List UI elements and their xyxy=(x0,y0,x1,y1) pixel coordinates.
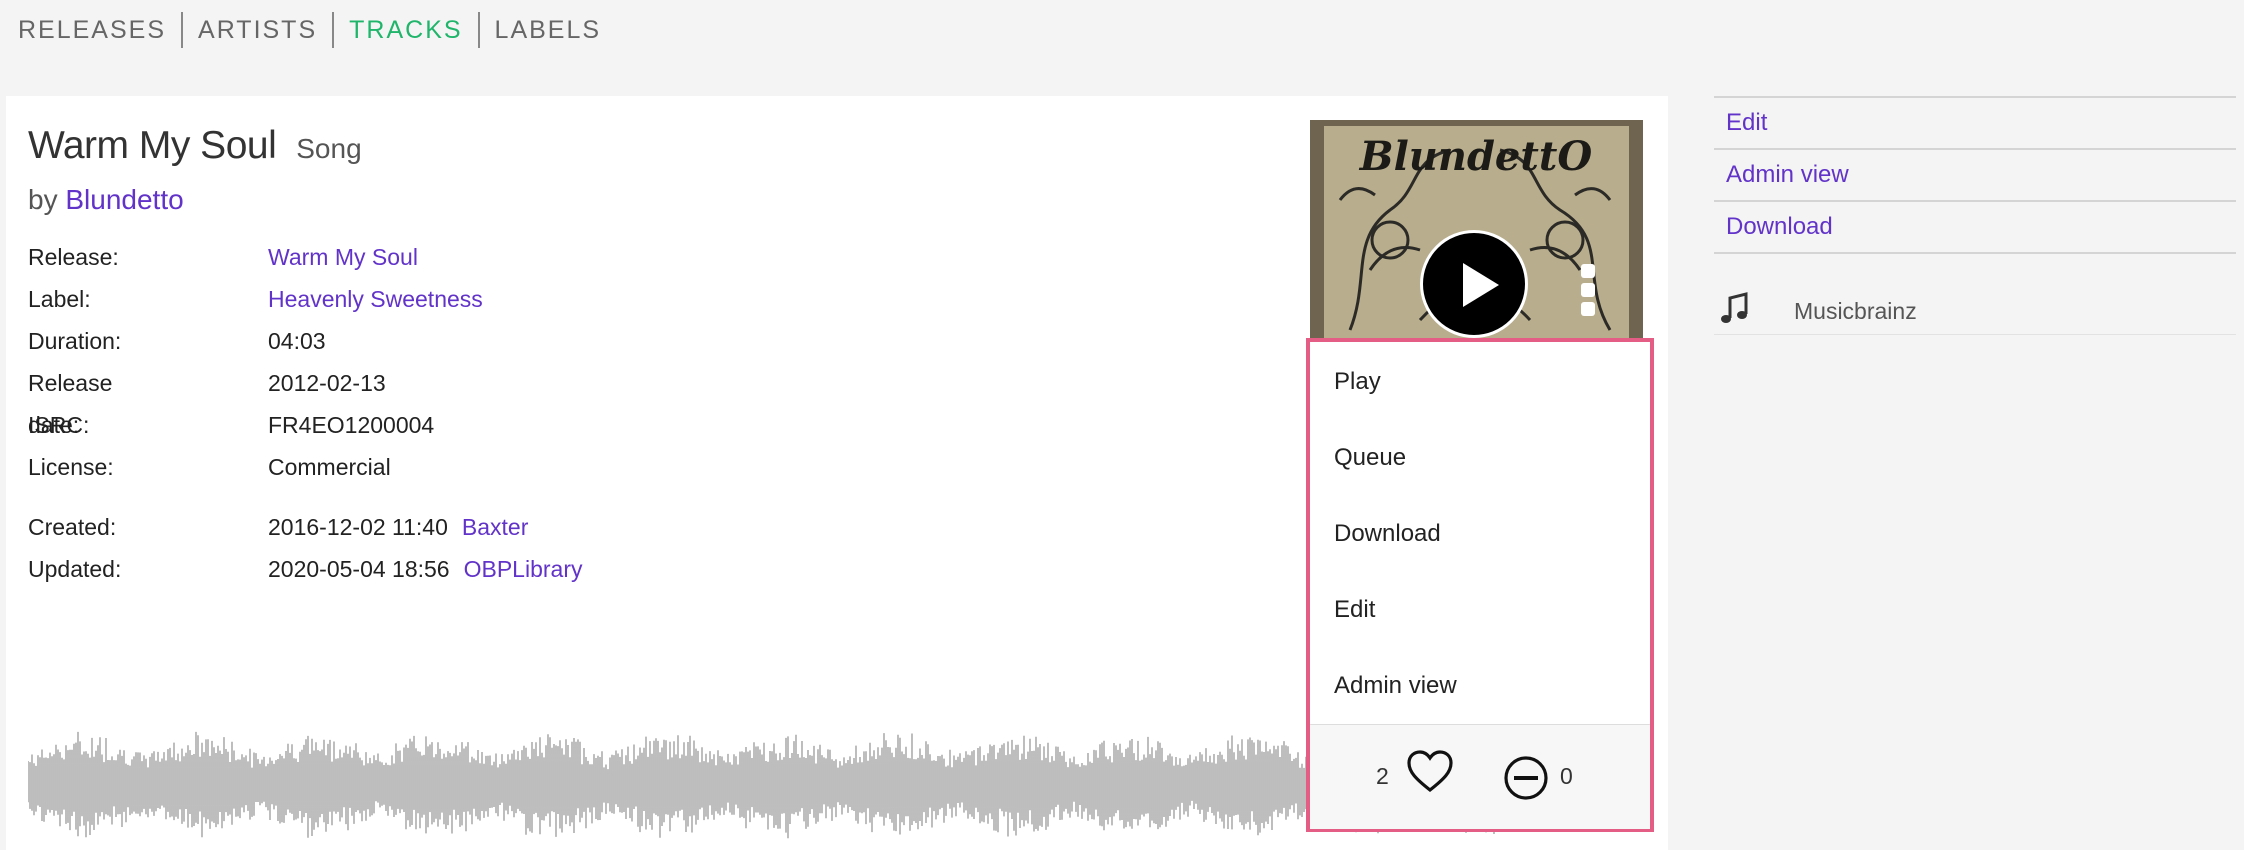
menu-edit[interactable]: Edit xyxy=(1334,596,1375,624)
sidebar-admin-view-link[interactable]: Admin view xyxy=(1726,161,1849,188)
minus-circle-icon[interactable] xyxy=(1503,755,1549,801)
release-date-value: 2012-02-13 xyxy=(268,370,386,396)
music-note-icon xyxy=(1721,292,1748,323)
meta-key: Duration: xyxy=(28,328,122,354)
cover-artist-text: BlundettO xyxy=(1359,133,1593,180)
meta-key: Created: xyxy=(28,514,117,540)
updated-by-link[interactable]: OBPLibrary xyxy=(464,556,583,582)
sidebar-item-download[interactable]: Download xyxy=(1714,200,2236,254)
heart-icon[interactable] xyxy=(1406,749,1454,795)
cover-art: BlundettO xyxy=(1310,120,1643,340)
sidebar-item-admin-view[interactable]: Admin view xyxy=(1714,148,2236,200)
sidebar-actions: Edit Admin view Download xyxy=(1714,96,2236,254)
external-link-label[interactable]: Musicbrainz xyxy=(1794,298,1917,325)
meta-key: License: xyxy=(28,454,114,480)
duration-value: 04:03 xyxy=(268,328,326,354)
nav-artists[interactable]: ARTISTS xyxy=(181,12,332,48)
updated-value: 2020-05-04 18:56 xyxy=(268,556,450,582)
by-prefix: by xyxy=(28,184,58,215)
track-type: Song xyxy=(296,133,362,164)
meta-key: Release: xyxy=(28,244,119,270)
isrc-value: FR4EO1200004 xyxy=(268,412,435,438)
sidebar-item-edit[interactable]: Edit xyxy=(1714,96,2236,148)
nav-labels[interactable]: LABELS xyxy=(477,12,617,48)
top-nav: RELEASES ARTISTS TRACKS LABELS xyxy=(0,0,616,60)
release-link[interactable]: Warm My Soul xyxy=(268,244,418,270)
nav-tracks[interactable]: TRACKS xyxy=(332,12,477,48)
track-title: Warm My Soul xyxy=(28,124,277,167)
artist-byline: by Blundetto xyxy=(28,184,184,216)
meta-key: Label: xyxy=(28,286,91,312)
nav-releases[interactable]: RELEASES xyxy=(18,12,181,48)
track-actions-menu: Play Queue Download Edit Admin view 2 0 xyxy=(1306,338,1654,832)
meta-key: Updated: xyxy=(28,556,122,582)
sidebar-download-link[interactable]: Download xyxy=(1726,213,1833,240)
rating-bar: 2 0 xyxy=(1310,724,1650,829)
artist-link[interactable]: Blundetto xyxy=(65,184,183,215)
dislikes-count: 0 xyxy=(1560,763,1573,789)
meta-key: ISRC: xyxy=(28,412,90,438)
menu-queue[interactable]: Queue xyxy=(1334,444,1406,472)
play-button[interactable] xyxy=(1420,230,1528,338)
external-link-musicbrainz[interactable]: Musicbrainz xyxy=(1714,286,2236,335)
created-value: 2016-12-02 11:40 xyxy=(268,514,448,540)
likes-count: 2 xyxy=(1376,763,1389,789)
license-value: Commercial xyxy=(268,454,391,480)
sidebar-edit-link[interactable]: Edit xyxy=(1726,109,1767,136)
menu-download[interactable]: Download xyxy=(1334,520,1441,548)
kebab-menu-icon[interactable] xyxy=(1581,264,1599,320)
label-link[interactable]: Heavenly Sweetness xyxy=(268,286,483,312)
play-icon xyxy=(1463,263,1499,307)
title-row: Warm My Soul Song xyxy=(28,124,362,168)
menu-admin-view[interactable]: Admin view xyxy=(1334,672,1457,700)
menu-play[interactable]: Play xyxy=(1334,368,1381,396)
created-by-link[interactable]: Baxter xyxy=(462,514,528,540)
